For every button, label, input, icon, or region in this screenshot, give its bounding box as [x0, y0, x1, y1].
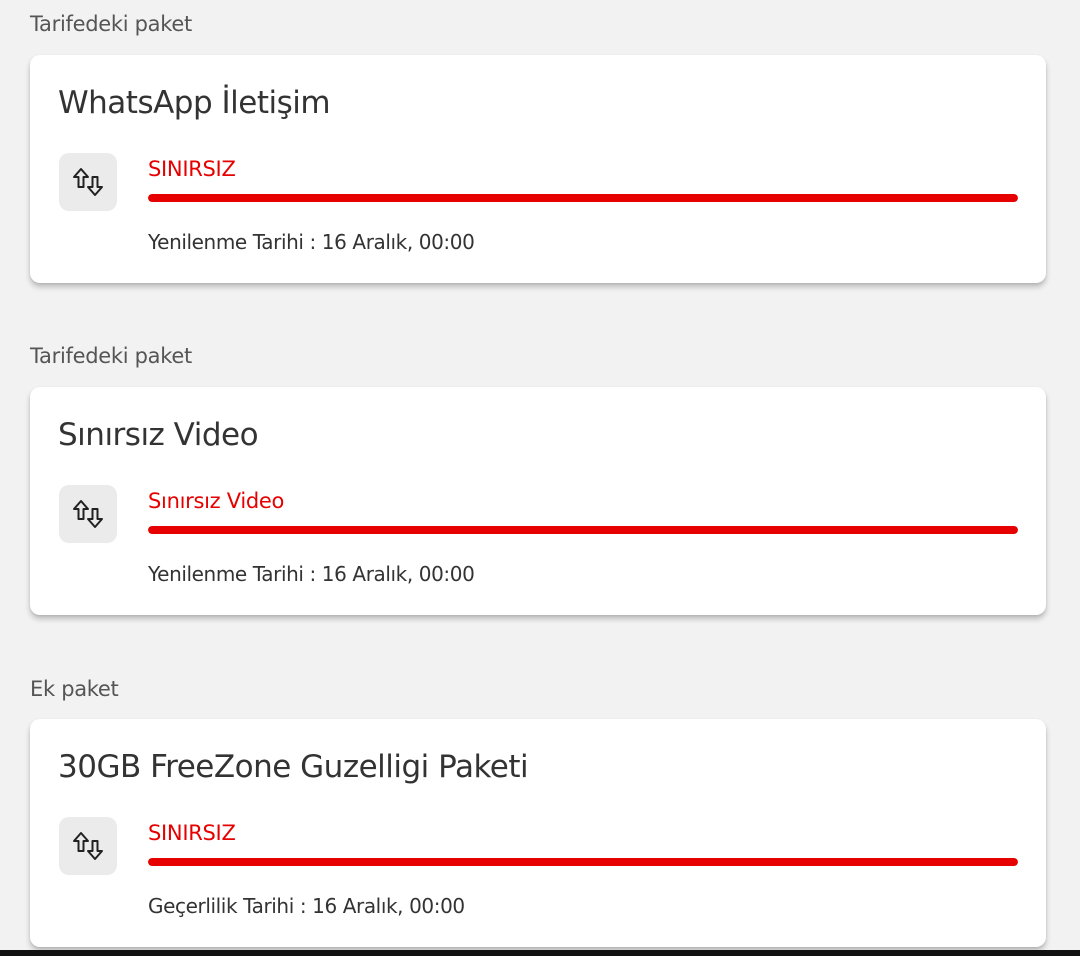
package-card-whatsapp[interactable]: WhatsApp İletişim SINIRSIZ Yenilenme Tar…	[30, 55, 1046, 283]
usage-progress-bar	[148, 526, 1018, 534]
package-title: Sınırsız Video	[58, 417, 259, 453]
usage-progress-fill	[148, 194, 1018, 202]
usage-progress-fill	[148, 526, 1018, 534]
usage-progress-bar	[148, 858, 1018, 866]
data-transfer-arrows-icon	[59, 817, 117, 875]
package-title: WhatsApp İletişim	[58, 85, 331, 121]
usage-progress-bar	[148, 194, 1018, 202]
section-label-tariff-package: Tarifedeki paket	[30, 344, 192, 368]
data-transfer-arrows-icon	[59, 153, 117, 211]
package-card-freezone[interactable]: 30GB FreeZone Guzelligi Paketi SINIRSIZ …	[30, 719, 1046, 947]
usage-label: Sınırsız Video	[148, 489, 285, 513]
renewal-date: Yenilenme Tarihi : 16 Aralık, 00:00	[148, 562, 475, 586]
package-card-unlimited-video[interactable]: Sınırsız Video Sınırsız Video Yenilenme …	[30, 387, 1046, 615]
renewal-date: Yenilenme Tarihi : 16 Aralık, 00:00	[148, 230, 475, 254]
section-label-extra-package: Ek paket	[30, 677, 119, 701]
usage-label: SINIRSIZ	[148, 821, 236, 845]
validity-date: Geçerlilik Tarihi : 16 Aralık, 00:00	[148, 894, 465, 918]
usage-label: SINIRSIZ	[148, 157, 236, 181]
section-label-tariff-package: Tarifedeki paket	[30, 12, 192, 36]
data-transfer-arrows-icon	[59, 485, 117, 543]
package-title: 30GB FreeZone Guzelligi Paketi	[58, 749, 529, 785]
bottom-edge	[0, 950, 1080, 956]
usage-progress-fill	[148, 858, 1018, 866]
